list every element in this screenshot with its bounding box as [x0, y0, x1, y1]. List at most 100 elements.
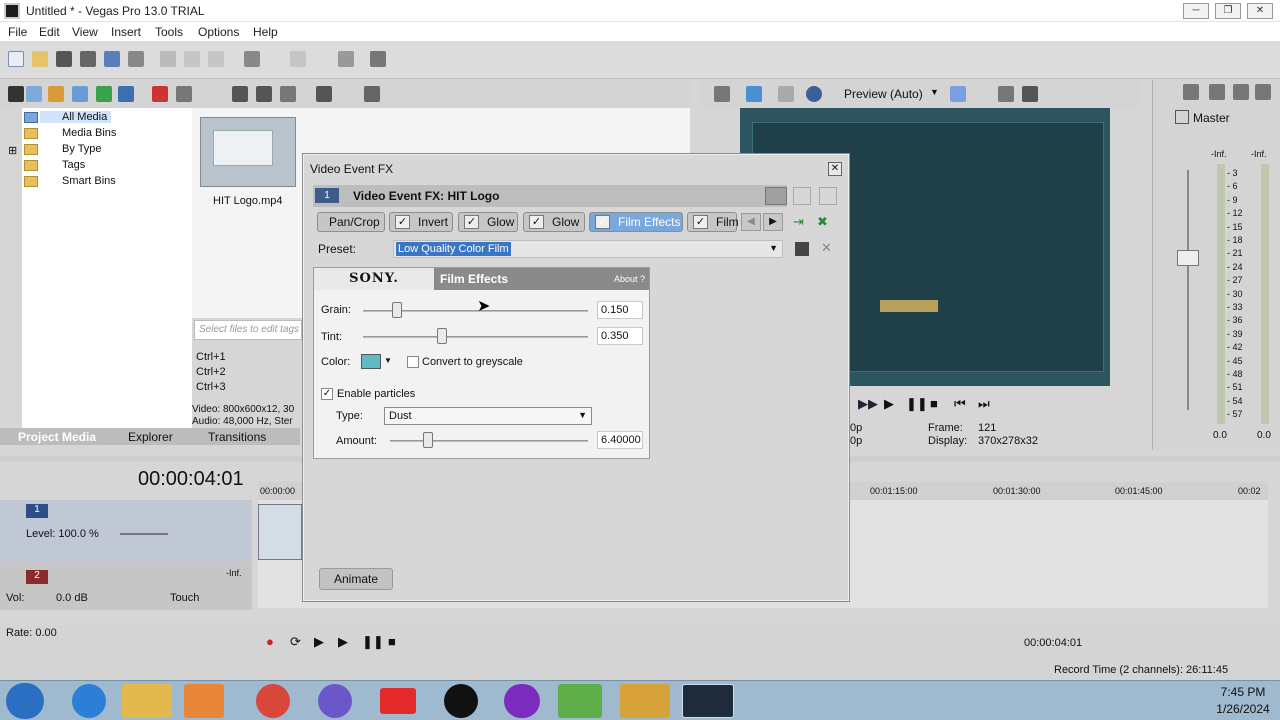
play-from-start-icon[interactable]: ▶▶	[858, 396, 878, 412]
preset-dropdown[interactable]: Low Quality Color Film ▼	[393, 240, 783, 258]
particles-checkbox[interactable]: ✓	[321, 388, 333, 400]
video-track-header[interactable]: 1 Level: 100.0 %	[0, 500, 252, 562]
previous-frame-icon[interactable]: ⏮	[954, 396, 966, 412]
views-icon[interactable]	[316, 86, 332, 102]
new-icon[interactable]	[8, 51, 24, 67]
maximize-button[interactable]: ❐	[1215, 3, 1241, 19]
chevron-down-icon[interactable]: ▼	[384, 356, 392, 365]
menu-tools[interactable]: Tools	[155, 25, 183, 39]
audio-app-icon[interactable]	[504, 684, 540, 718]
menu-edit[interactable]: Edit	[39, 25, 60, 39]
start-button[interactable]	[6, 683, 44, 719]
auto-preview-icon[interactable]	[280, 86, 296, 102]
master-fx-icon[interactable]	[1175, 110, 1189, 124]
clock-time[interactable]: 7:45 PM	[1208, 685, 1278, 699]
back-icon[interactable]	[8, 86, 24, 102]
stop-icon[interactable]: ■	[930, 396, 938, 411]
get-media-icon[interactable]	[72, 86, 88, 102]
checkbox-icon[interactable]: ✓	[595, 215, 610, 229]
play-icon[interactable]	[232, 86, 248, 102]
greyscale-checkbox[interactable]	[407, 356, 419, 368]
search-icon[interactable]	[364, 86, 380, 102]
video-editor-icon[interactable]	[620, 684, 670, 718]
chevron-down-icon[interactable]: ▼	[578, 410, 587, 420]
record-icon[interactable]: ●	[266, 634, 274, 649]
tree-item-smart-bins[interactable]: Smart Bins	[24, 175, 116, 187]
open-icon[interactable]	[32, 51, 48, 67]
video-fx-icon[interactable]	[778, 86, 794, 102]
refresh-icon[interactable]	[96, 86, 112, 102]
dim-output-icon[interactable]	[1209, 84, 1225, 100]
grid-view-icon[interactable]	[819, 187, 837, 205]
audio-track-header[interactable]: 2 Vol: 0.0 dB Touch -Inf.	[0, 568, 252, 610]
tree-item-tags[interactable]: Tags	[24, 159, 85, 171]
amount-slider-track[interactable]	[390, 440, 588, 442]
media-thumbnail[interactable]	[200, 117, 296, 187]
media-file-name[interactable]: HIT Logo.mp4	[213, 195, 283, 207]
copy-snapshot-icon[interactable]	[998, 86, 1014, 102]
chip-film[interactable]: ✓ Film	[687, 212, 739, 232]
animate-button[interactable]: Animate	[319, 568, 393, 590]
undo-icon[interactable]	[244, 51, 260, 67]
save-icon[interactable]	[56, 51, 72, 67]
paste-icon[interactable]	[208, 51, 224, 67]
chain-left-arrow-icon[interactable]: ◀	[741, 213, 761, 231]
delete-preset-icon[interactable]: ✕	[821, 240, 832, 256]
checkbox-icon[interactable]: ✓	[395, 215, 410, 229]
chip-glow-2[interactable]: ✓ Glow	[523, 212, 585, 232]
file-explorer-icon[interactable]	[122, 684, 172, 718]
tab-project-media[interactable]: Project Media	[18, 430, 96, 444]
save-as-icon[interactable]	[80, 51, 96, 67]
expanded-view-icon[interactable]	[765, 187, 787, 205]
remove-icon[interactable]	[152, 86, 168, 102]
media-player-icon[interactable]	[184, 684, 224, 718]
mixer-icon[interactable]	[1255, 84, 1271, 100]
type-dropdown[interactable]: Dust ▼	[384, 407, 592, 425]
grain-value[interactable]: 0.150	[597, 301, 643, 319]
play-icon[interactable]: ▶	[338, 634, 348, 650]
capture-video-icon[interactable]	[48, 86, 64, 102]
amount-value[interactable]: 6.40000	[597, 431, 643, 449]
stop-icon[interactable]: ■	[388, 634, 396, 649]
external-monitor-icon[interactable]	[746, 86, 762, 102]
tree-item-media-bins[interactable]: Media Bins	[24, 127, 116, 139]
chevron-down-icon[interactable]: ▼	[930, 87, 939, 97]
pause-icon[interactable]: ❚❚	[362, 634, 384, 650]
tint-slider-track[interactable]	[363, 336, 588, 338]
menu-insert[interactable]: Insert	[111, 25, 141, 39]
dialog-close-icon[interactable]: ✕	[828, 162, 842, 176]
overlays-icon[interactable]	[950, 86, 966, 102]
edge-icon[interactable]	[72, 684, 106, 718]
next-frame-icon[interactable]: ⏭	[978, 396, 990, 412]
loop-icon[interactable]: ⟳	[290, 634, 301, 650]
redo-icon[interactable]	[290, 51, 306, 67]
plugin-chain-icon[interactable]: ⇥	[793, 214, 809, 230]
menu-options[interactable]: Options	[198, 25, 239, 39]
menu-help[interactable]: Help	[253, 25, 278, 39]
chrome-icon[interactable]	[256, 684, 290, 718]
save-preset-icon[interactable]	[795, 242, 809, 256]
tab-explorer[interactable]: Explorer	[128, 430, 173, 444]
properties-icon[interactable]	[128, 51, 144, 67]
search-media-icon[interactable]	[118, 86, 134, 102]
stop-icon[interactable]	[256, 86, 272, 102]
copy-icon[interactable]	[184, 51, 200, 67]
save-snapshot-icon[interactable]	[1022, 86, 1038, 102]
about-link[interactable]: About ?	[614, 268, 645, 290]
split-screen-icon[interactable]	[806, 86, 822, 102]
copilot-icon[interactable]	[318, 684, 352, 718]
chip-invert[interactable]: ✓ Invert	[389, 212, 453, 232]
recorder-icon[interactable]	[444, 684, 478, 718]
tint-value[interactable]: 0.350	[597, 327, 643, 345]
menu-file[interactable]: File	[8, 25, 27, 39]
preview-quality[interactable]: Preview (Auto)	[844, 87, 923, 101]
checkbox-icon[interactable]: ✓	[464, 215, 479, 229]
tree-item-by-type[interactable]: By Type	[24, 143, 102, 155]
cut-icon[interactable]	[160, 51, 176, 67]
master-fader[interactable]	[1177, 250, 1199, 266]
chip-film-effects[interactable]: ✓ Film Effects	[589, 212, 683, 232]
downmix-icon[interactable]	[1183, 84, 1199, 100]
import-media-icon[interactable]	[26, 86, 42, 102]
tint-slider-thumb[interactable]	[436, 328, 447, 344]
enable-snapping-icon[interactable]	[338, 51, 354, 67]
